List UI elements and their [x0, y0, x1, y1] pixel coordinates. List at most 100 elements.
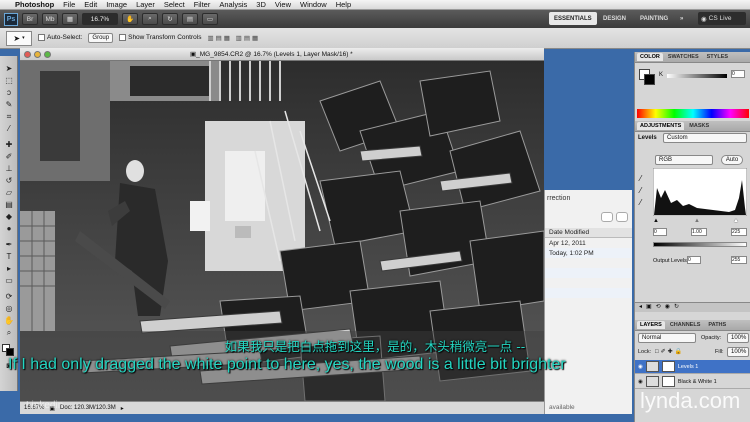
input-slider-track[interactable]: ▲ ▲ ▲ [653, 218, 747, 224]
menu-file[interactable]: File [63, 0, 75, 9]
menu-image[interactable]: Image [106, 0, 127, 9]
tab-styles[interactable]: STYLES [704, 53, 731, 61]
tab-paths[interactable]: PATHS [705, 321, 729, 329]
status-menu-arrow-icon[interactable]: ▸ [121, 405, 124, 412]
auto-select-checkbox[interactable] [38, 34, 45, 42]
align-icons[interactable]: ▥▤▦ ▥▤▦ [207, 34, 260, 42]
minimize-window-button[interactable] [34, 50, 41, 58]
menu-select[interactable]: Select [164, 0, 185, 9]
close-window-button[interactable] [24, 50, 31, 58]
gradient-tool-icon[interactable]: ▤ [3, 200, 15, 210]
file-row[interactable]: Today, 1:02 PM [545, 248, 632, 258]
zoom-tool-button[interactable]: ⌕ [142, 13, 158, 25]
bg-color-swatch[interactable] [644, 74, 655, 85]
color-spectrum-bar[interactable] [637, 109, 749, 118]
rotate-view-button[interactable]: ↻ [162, 13, 178, 25]
show-transform-checkbox[interactable] [119, 34, 127, 42]
marquee-tool-icon[interactable]: ⬚ [3, 76, 15, 86]
input-black-field[interactable]: 0 [653, 228, 667, 236]
output-white-field[interactable]: 255 [731, 256, 747, 264]
shape-tool-icon[interactable]: ▭ [3, 276, 15, 286]
output-black-field[interactable]: 0 [687, 256, 701, 264]
menu-layer[interactable]: Layer [136, 0, 155, 9]
3d-camera-tool-icon[interactable]: ◎ [3, 304, 15, 314]
move-tool-icon[interactable]: ➤ [3, 64, 15, 74]
lasso-tool-icon[interactable]: ↄ [3, 88, 15, 98]
finder-search-field[interactable] [601, 212, 613, 222]
menu-filter[interactable]: Filter [194, 0, 211, 9]
menu-window[interactable]: Window [300, 0, 327, 9]
adjustments-footer-icons[interactable]: ◂▣⟲◉↻ [635, 302, 750, 312]
column-header-date-modified[interactable]: Date Modified [545, 228, 632, 238]
blur-tool-icon[interactable]: ◆ [3, 212, 15, 222]
menu-photoshop[interactable]: Photoshop [15, 0, 54, 9]
layer-mask-thumb[interactable] [661, 361, 675, 372]
levels-preset-dropdown[interactable]: Custom [663, 133, 747, 143]
clone-stamp-icon[interactable]: ⊥ [3, 164, 15, 174]
finder-window-title: rrection [547, 194, 571, 202]
guides-button[interactable]: ▦ [62, 13, 78, 25]
input-white-field[interactable]: 225 [731, 228, 747, 236]
move-tool-preset-picker[interactable]: ➤ ▾ [6, 30, 32, 46]
pen-tool-icon[interactable]: ✒ [3, 240, 15, 250]
3d-rotate-tool-icon[interactable]: ⟳ [3, 292, 15, 302]
crop-tool-icon[interactable]: ⌗ [3, 112, 15, 122]
black-point-handle-icon[interactable]: ▲ [653, 218, 659, 224]
gray-eyedropper-icon[interactable]: ⁄ [640, 186, 641, 195]
dodge-tool-icon[interactable]: ● [3, 224, 15, 234]
menu-analysis[interactable]: Analysis [219, 0, 247, 9]
healing-brush-icon[interactable]: ✚ [3, 140, 15, 150]
layer-row[interactable]: ◉ Levels 1 [635, 360, 750, 374]
layer-mask-thumb[interactable] [661, 376, 675, 387]
tab-swatches[interactable]: SWATCHES [665, 53, 702, 61]
eye-icon[interactable]: ◉ [638, 379, 643, 385]
black-eyedropper-icon[interactable]: ⁄ [640, 174, 641, 183]
menu-help[interactable]: Help [336, 0, 351, 9]
workspace-essentials[interactable]: ESSENTIALS [549, 12, 597, 25]
white-eyedropper-icon[interactable]: ⁄ [640, 198, 641, 207]
eraser-tool-icon[interactable]: ▱ [3, 188, 15, 198]
tab-adjustments[interactable]: ADJUSTMENTS [637, 122, 685, 130]
zoom-level-field[interactable]: 16.7% [82, 13, 118, 25]
zoom-window-button[interactable] [44, 50, 51, 58]
white-point-handle-icon[interactable]: ▲ [733, 218, 739, 224]
channel-dropdown[interactable]: RGB [655, 155, 713, 165]
file-row[interactable]: Apr 12, 2011 [545, 238, 632, 248]
tab-layers[interactable]: LAYERS [637, 321, 665, 329]
path-select-tool-icon[interactable]: ▸ [3, 264, 15, 274]
type-tool-icon[interactable]: T [3, 252, 15, 262]
hand-tool-button[interactable]: ✋ [122, 13, 138, 25]
workspace-more[interactable]: » [675, 12, 688, 25]
layer-row[interactable]: ◉ Black & White 1 [635, 375, 750, 389]
workspace-painting[interactable]: PAINTING [635, 12, 673, 25]
tab-masks[interactable]: MASKS [686, 122, 712, 130]
tab-color[interactable]: COLOR [637, 53, 663, 61]
minibridge-button[interactable]: Mb [42, 13, 58, 25]
quick-select-tool-icon[interactable]: ✎ [3, 100, 15, 110]
eye-icon[interactable]: ◉ [638, 364, 643, 370]
brush-tool-icon[interactable]: ✐ [3, 152, 15, 162]
k-slider[interactable] [667, 74, 727, 78]
cs-live-button[interactable]: ◉ CS Live [698, 12, 746, 25]
finder-view-button[interactable] [616, 212, 628, 222]
k-value-field[interactable]: 0 [731, 70, 745, 78]
bridge-button[interactable]: Br [22, 13, 38, 25]
arrange-documents-button[interactable]: ▤ [182, 13, 198, 25]
screen-mode-button[interactable]: ▭ [202, 13, 218, 25]
input-gamma-field[interactable]: 1.00 [691, 228, 707, 236]
midtone-handle-icon[interactable]: ▲ [694, 218, 700, 224]
auto-select-dropdown[interactable]: Group [88, 33, 114, 43]
hand-tool-icon[interactable]: ✋ [3, 316, 15, 326]
workspace-design[interactable]: DESIGN [598, 12, 631, 25]
history-brush-icon[interactable]: ↺ [3, 176, 15, 186]
move-arrow-icon: ➤ [13, 33, 21, 43]
menu-edit[interactable]: Edit [84, 0, 97, 9]
tab-channels[interactable]: CHANNELS [667, 321, 704, 329]
auto-select-control[interactable]: Auto-Select: [38, 34, 82, 42]
auto-button[interactable]: Auto [721, 155, 743, 165]
eyedropper-tool-icon[interactable]: ⁄ [3, 124, 15, 134]
menu-3d[interactable]: 3D [256, 0, 266, 9]
show-transform-control[interactable]: Show Transform Controls [119, 34, 201, 42]
menu-view[interactable]: View [275, 0, 291, 9]
empty-row [545, 288, 632, 298]
